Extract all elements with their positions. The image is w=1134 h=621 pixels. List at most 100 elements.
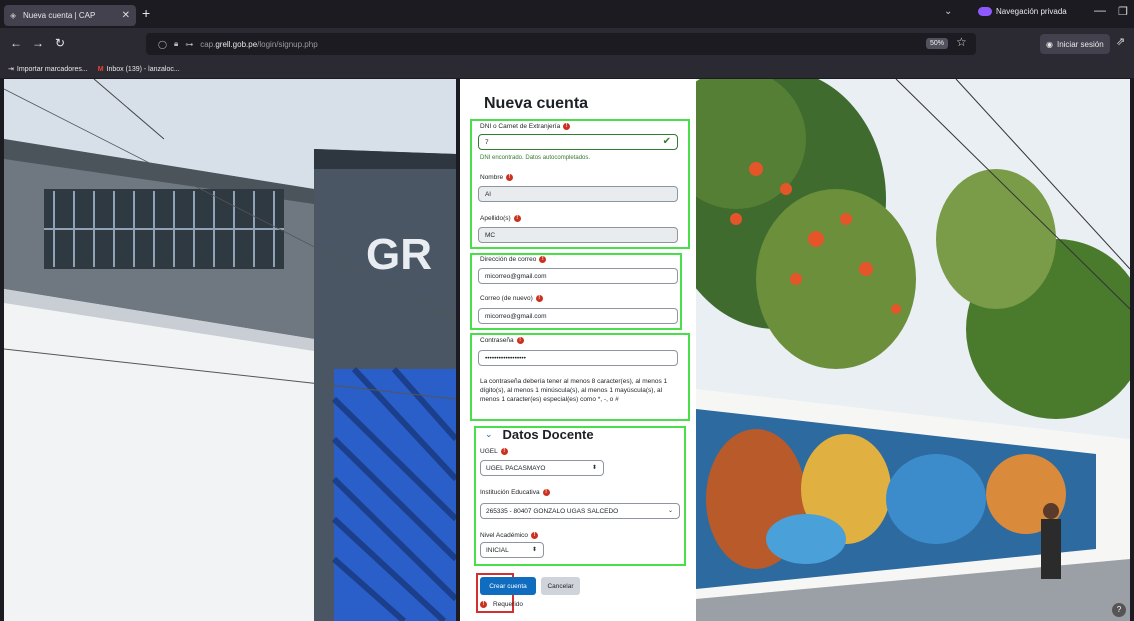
building-illustration: GR (4, 79, 456, 621)
password-value: •••••••••••••••••• (485, 354, 526, 362)
reload-icon[interactable]: ↻ (55, 36, 65, 50)
tab-strip: ◈ Nueva cuenta | CAP ✕ + ⌄ Navegación pr… (0, 0, 1134, 28)
required-icon: ! (480, 601, 487, 608)
email-value: micorreo@gmail.com (485, 272, 547, 280)
new-tab-button[interactable]: + (142, 5, 150, 21)
cancel-button[interactable]: Cancelar (541, 577, 580, 595)
signin-button[interactable]: ◉ Iniciar sesión (1040, 34, 1110, 54)
dni-value: 7 (485, 138, 489, 146)
password-label: Contraseña ! (480, 337, 524, 344)
permissions-icon[interactable]: ⊶ (185, 40, 193, 49)
ugel-value: UGEL PACASMAYO (486, 464, 546, 472)
password-field[interactable]: •••••••••••••••••• (478, 350, 678, 366)
apellidos-label: Apellido(s) ! (480, 215, 521, 222)
apellidos-value: MC (485, 231, 496, 239)
tab-active[interactable]: ◈ Nueva cuenta | CAP ✕ (4, 5, 136, 26)
page-content: GR Nueva cuenta DNI o Carnet de Extranje… (4, 79, 1130, 621)
required-icon: ! (531, 532, 539, 539)
nombre-label: Nombre ! (480, 174, 514, 181)
password-label-text: Contraseña (480, 337, 514, 344)
private-browsing-indicator: Navegación privada (978, 7, 1067, 16)
institution-value: 265335 - 80407 GONZALO UGAS SALCEDO (486, 507, 619, 515)
zoom-level[interactable]: 50% (926, 38, 949, 49)
required-icon: ! (506, 174, 514, 181)
shield-icon[interactable]: ◯ (158, 40, 167, 49)
select-arrows-icon: ⬍ (531, 547, 537, 553)
email-label: Dirección de correo ! (480, 256, 547, 263)
email-label-text: Dirección de correo (480, 256, 537, 263)
dni-label-text: DNI o Carnet de Extranjería (480, 123, 561, 130)
lock-icon[interactable]: 🔒︎ (174, 39, 178, 49)
required-icon: ! (535, 295, 543, 302)
email-field[interactable]: micorreo@gmail.com (478, 268, 678, 284)
background-photo-left: GR (4, 79, 456, 621)
bookmarks-bar: ⇥ Importar marcadores... M Inbox (139) -… (0, 60, 1134, 78)
dni-help-text: DNI encontrado. Datos autocompletados. (480, 155, 591, 161)
bookmark-label: Importar marcadores... (16, 65, 88, 73)
level-label-text: Nivel Académico (480, 532, 529, 539)
apellidos-field[interactable]: MC (478, 227, 678, 243)
dni-label: DNI o Carnet de Extranjería ! (480, 123, 571, 130)
required-legend-text: Requerido (493, 601, 523, 608)
url-text[interactable]: cap.grell.gob.pe/login/signup.php (200, 40, 317, 49)
account-icon: ◉ (1046, 39, 1053, 49)
level-select[interactable]: INICIAL ⬍ (480, 542, 544, 558)
bookmark-inbox[interactable]: M Inbox (139) - lanzaloc... (98, 66, 180, 73)
email-confirm-field[interactable]: micorreo@gmail.com (478, 308, 678, 324)
chevron-down-icon[interactable]: ⌄ (485, 429, 493, 440)
background-photo-right: ? (696, 79, 1130, 621)
required-icon: ! (539, 256, 547, 263)
close-tab-icon[interactable]: ✕ (122, 10, 130, 21)
required-legend: ! Requerido (480, 601, 523, 608)
chevron-down-icon: ⌄ (667, 508, 673, 514)
level-value: INICIAL (486, 546, 509, 554)
forward-arrow-icon[interactable]: → (32, 36, 44, 50)
required-icon: ! (542, 489, 550, 496)
institution-label: Institución Educativa ! (480, 489, 550, 496)
create-account-button[interactable]: Crear cuenta (480, 577, 536, 595)
page-favicon-icon: ◈ (10, 10, 17, 20)
bookmark-label: Inbox (139) - lanzaloc... (106, 65, 180, 73)
section-title: Datos Docente (502, 427, 594, 442)
mural-illustration (696, 79, 1130, 621)
nombre-field[interactable]: Al (478, 186, 678, 202)
signup-form-card: Nueva cuenta DNI o Carnet de Extranjería… (460, 79, 696, 621)
address-bar[interactable]: ◯ 🔒︎ ⊶ cap.grell.gob.pe/login/signup.php (146, 33, 976, 55)
svg-text:GR: GR (366, 230, 432, 279)
dni-field[interactable]: 7 ✔ (478, 134, 678, 150)
checkmark-icon: ✔ (662, 136, 671, 147)
tab-list-chevron-icon[interactable]: ⌄ (944, 6, 952, 17)
back-arrow-icon[interactable]: ← (10, 36, 22, 50)
import-icon: ⇥ (8, 66, 14, 73)
bookmark-import[interactable]: ⇥ Importar marcadores... (8, 65, 88, 74)
required-icon: ! (563, 123, 571, 130)
teacher-data-section-header[interactable]: ⌄ Datos Docente (485, 427, 594, 442)
private-label: Navegación privada (996, 7, 1067, 16)
browser-window: ◈ Nueva cuenta | CAP ✕ + ⌄ Navegación pr… (0, 0, 1134, 621)
page-title: Nueva cuenta (484, 95, 589, 112)
bookmark-star-icon[interactable]: ☆ (956, 35, 967, 49)
extensions-icon[interactable]: ⇗ (1116, 35, 1125, 48)
gmail-icon: M (97, 65, 104, 73)
email-confirm-value: micorreo@gmail.com (485, 312, 547, 320)
ugel-label: UGEL ! (480, 448, 508, 455)
tab-title: Nueva cuenta | CAP (23, 11, 96, 20)
ugel-label-text: UGEL (480, 448, 498, 455)
nombre-label-text: Nombre (480, 174, 504, 181)
help-button[interactable]: ? (1112, 603, 1126, 617)
restore-window-icon[interactable]: ❐ (1118, 5, 1128, 18)
required-icon: ! (500, 448, 508, 455)
select-arrows-icon: ⬍ (591, 465, 597, 471)
minimize-icon[interactable]: — (1094, 3, 1106, 17)
level-label: Nivel Académico ! (480, 532, 539, 539)
email-confirm-label-text: Correo (de nuevo) (480, 295, 533, 302)
email-confirm-label: Correo (de nuevo) ! (480, 295, 543, 302)
required-icon: ! (516, 337, 524, 344)
signin-label: Iniciar sesión (1056, 39, 1104, 49)
password-requirements: La contraseña debería tener al menos 8 c… (480, 378, 668, 403)
nombre-value: Al (485, 190, 491, 198)
ugel-select[interactable]: UGEL PACASMAYO ⬍ (480, 460, 604, 476)
required-icon: ! (513, 215, 521, 222)
institution-select[interactable]: 265335 - 80407 GONZALO UGAS SALCEDO ⌄ (480, 503, 680, 519)
apellidos-label-text: Apellido(s) (480, 215, 511, 222)
